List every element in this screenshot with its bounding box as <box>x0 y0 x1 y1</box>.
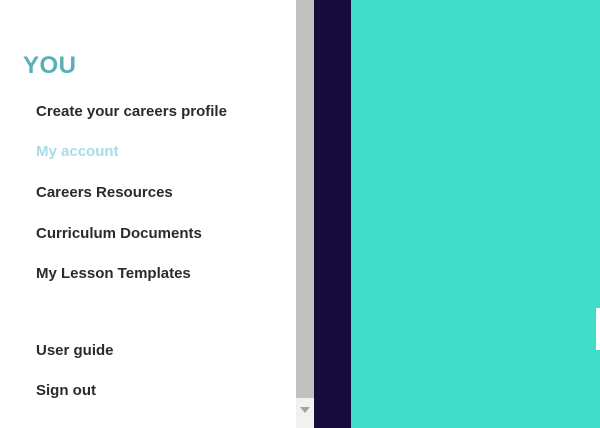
menu-item-sign-out[interactable]: Sign out <box>36 382 96 399</box>
section-title-you: YOU <box>23 52 77 79</box>
sidebar-scrollbar[interactable] <box>296 0 314 428</box>
menu-item-careers-resources[interactable]: Careers Resources <box>36 184 173 201</box>
menu-item-user-guide[interactable]: User guide <box>36 342 114 359</box>
menu-item-curriculum-documents[interactable]: Curriculum Documents <box>36 225 202 242</box>
sidebar-menu: YOU Create your careers profile My accou… <box>0 0 296 428</box>
partial-edge-element <box>596 308 600 350</box>
main-content-panel <box>351 0 600 428</box>
scroll-down-button[interactable] <box>296 398 314 422</box>
dark-divider-strip <box>314 0 351 428</box>
scrollbar-thumb[interactable] <box>296 0 314 398</box>
menu-item-my-account[interactable]: My account <box>36 143 119 160</box>
chevron-down-icon <box>300 407 310 413</box>
menu-item-create-careers-profile[interactable]: Create your careers profile <box>36 103 227 120</box>
menu-item-my-lesson-templates[interactable]: My Lesson Templates <box>36 265 191 282</box>
